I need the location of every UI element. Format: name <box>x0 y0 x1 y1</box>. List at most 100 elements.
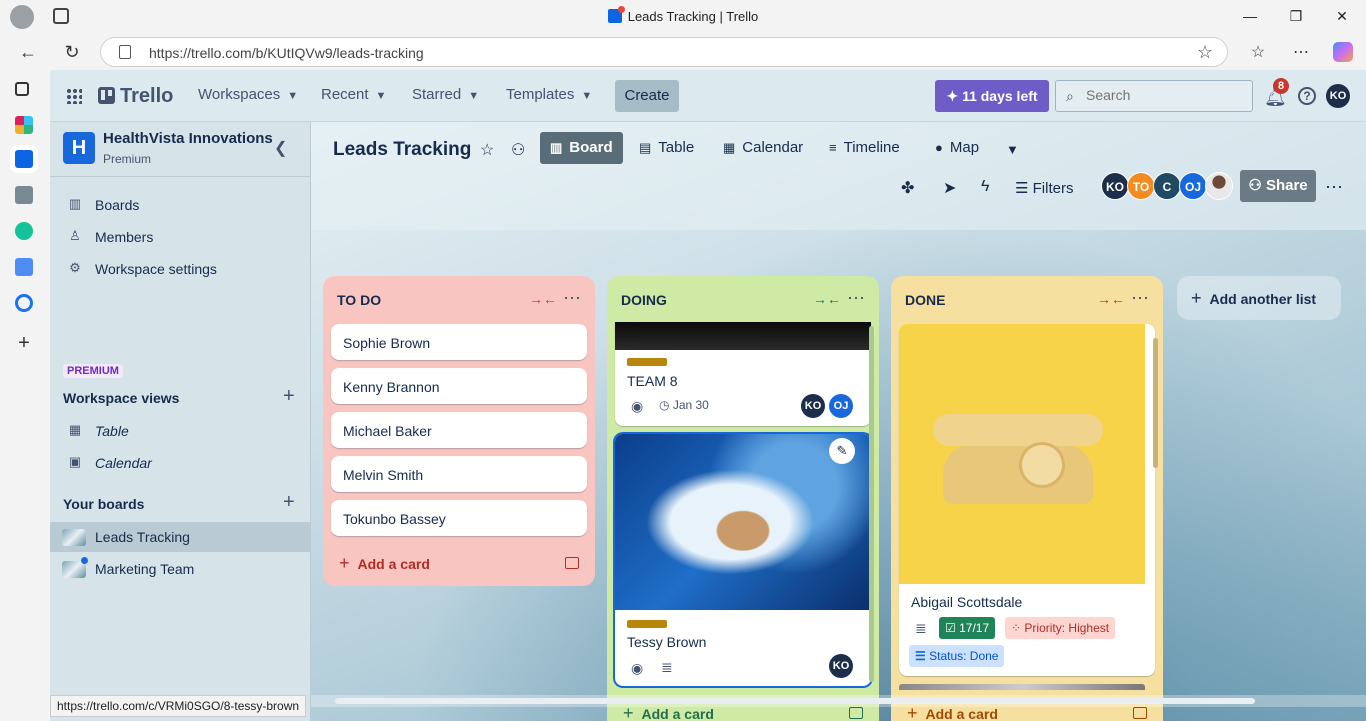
slack-icon[interactable] <box>15 116 33 134</box>
list-title[interactable]: DONE <box>905 292 945 308</box>
member-avatar-photo[interactable] <box>1205 172 1233 200</box>
trial-days-button[interactable]: ✦ 11 days left <box>935 80 1049 112</box>
app3-sidebar-icon[interactable] <box>15 294 33 312</box>
favorites-icon[interactable]: ☆ <box>1247 42 1269 62</box>
card[interactable]: Sophie Brown <box>331 324 587 360</box>
view-map[interactable]: ● Map <box>925 132 989 164</box>
status-badge: ☰ Status: Done <box>909 645 1005 667</box>
sidebar-item-workspace-settings[interactable]: ⚙ Workspace settings <box>50 254 311 284</box>
user-avatar[interactable]: KO <box>1326 84 1350 108</box>
card-template-icon[interactable] <box>1133 707 1147 719</box>
view-table[interactable]: ▤ Table <box>629 132 704 164</box>
help-icon[interactable]: ? <box>1298 87 1316 105</box>
due-date[interactable]: ◷ Jan 30 <box>659 398 709 412</box>
reload-icon[interactable]: ↻ <box>60 40 84 64</box>
sidebar-board-leads-tracking[interactable]: Leads Tracking <box>50 522 311 552</box>
recent-menu[interactable]: Recent ▼ <box>321 86 386 103</box>
member-avatar-c[interactable]: C <box>1153 172 1181 200</box>
starred-menu[interactable]: Starred ▼ <box>412 86 479 103</box>
create-button[interactable]: Create <box>615 80 679 112</box>
star-board-icon[interactable]: ☆ <box>480 140 494 160</box>
collapse-list-icon[interactable]: →← <box>813 291 841 307</box>
workspace-name[interactable]: HealthVista Innovations <box>103 130 273 147</box>
board-title[interactable]: Leads Tracking <box>333 139 471 161</box>
sidebar-board-marketing-team[interactable]: Marketing Team <box>50 554 311 584</box>
card[interactable]: Michael Baker <box>331 412 587 448</box>
card-template-icon[interactable] <box>849 707 863 719</box>
scrollbar-thumb[interactable] <box>335 698 1255 704</box>
maximize-icon[interactable]: ❐ <box>1286 6 1306 26</box>
favorite-star-icon[interactable]: ☆ <box>1197 42 1213 63</box>
collapse-list-icon[interactable]: →← <box>529 291 557 307</box>
address-bar[interactable]: https://trello.com/b/KUtIQVw9/leads-trac… <box>100 37 1228 67</box>
board-menu-icon[interactable]: ⋯ <box>1325 177 1343 198</box>
automation-icon[interactable]: ➤ <box>943 178 956 198</box>
visibility-icon[interactable]: ⚇ <box>511 140 525 160</box>
list-title[interactable]: TO DO <box>337 292 381 308</box>
search-input[interactable] <box>1086 87 1246 103</box>
minimize-icon[interactable]: — <box>1240 6 1260 26</box>
card[interactable]: Tokunbo Bassey <box>331 500 587 536</box>
search-box[interactable]: ⌕ <box>1055 80 1253 112</box>
collapse-sidebar-icon[interactable]: ❮ <box>274 138 287 158</box>
grammarly-icon[interactable] <box>15 222 33 240</box>
power-ups-icon[interactable]: ✤ <box>901 178 914 198</box>
lightning-icon[interactable]: ϟ <box>981 178 989 196</box>
add-another-list-button[interactable]: + Add another list <box>1177 276 1341 320</box>
card[interactable]: Kenny Brannon <box>331 368 587 404</box>
view-timeline[interactable]: ≡ Timeline <box>819 132 910 164</box>
card[interactable]: Melvin Smith <box>331 456 587 492</box>
list-title[interactable]: DOING <box>621 292 667 308</box>
workspaces-menu[interactable]: Workspaces ▼ <box>198 86 298 103</box>
table-view-icon: ▤ <box>639 140 652 155</box>
view-calendar[interactable]: ▦ Calendar <box>713 132 813 164</box>
view-board[interactable]: ▥ Board <box>540 132 623 164</box>
list-scrollbar[interactable] <box>1153 338 1158 468</box>
member-avatar-ko[interactable]: KO <box>1101 172 1129 200</box>
back-icon[interactable]: ← <box>16 40 40 64</box>
more-options-icon[interactable]: ⋯ <box>1290 42 1312 62</box>
add-card-button[interactable]: + Add a card <box>339 553 430 574</box>
app2-sidebar-icon[interactable] <box>15 258 33 276</box>
board-horizontal-scrollbar[interactable] <box>311 695 1366 707</box>
sidebar-item-boards[interactable]: ▥ Boards <box>50 190 311 220</box>
edit-card-pencil-icon[interactable]: ✎ <box>829 438 855 464</box>
trello-logo[interactable]: Trello <box>98 85 173 108</box>
notifications-bell-icon[interactable]: 🔔︎ 8 <box>1264 78 1289 108</box>
filters-button[interactable]: ☰ Filters <box>1015 179 1073 197</box>
member-avatar-to[interactable]: TO <box>1127 172 1155 200</box>
list-menu-icon[interactable]: ⋯ <box>847 288 866 309</box>
card-team-8[interactable]: TEAM 8 ◉ ◷ Jan 30 KO OJ <box>615 322 871 426</box>
copilot-icon[interactable] <box>1333 42 1353 62</box>
templates-menu[interactable]: Templates ▼ <box>506 86 592 103</box>
search-icon: ⌕ <box>1066 88 1074 104</box>
add-sidebar-app-icon[interactable]: + <box>15 333 33 353</box>
more-views-chevron-icon[interactable]: ▼ <box>1006 142 1019 157</box>
card-tessy-brown[interactable]: ✎ Tessy Brown ◉ ≣ KO <box>615 434 871 686</box>
card-member-avatar[interactable]: KO <box>801 394 825 418</box>
card-member-avatar[interactable]: KO <box>829 654 853 678</box>
boards-icon: ▥ <box>68 196 82 211</box>
trello-sidebar-icon[interactable] <box>15 150 33 168</box>
card-member-avatar[interactable]: OJ <box>829 394 853 418</box>
sidebar-item-table-view[interactable]: ▦ Table <box>50 416 311 446</box>
address-url[interactable]: https://trello.com/b/KUtIQVw9/leads-trac… <box>149 45 424 61</box>
sidebar-item-members[interactable]: ♙ Members <box>50 222 311 252</box>
collections-icon[interactable] <box>15 82 29 96</box>
close-window-icon[interactable]: ✕ <box>1332 6 1352 26</box>
app-sidebar-icon[interactable] <box>15 186 33 204</box>
card-template-icon[interactable] <box>565 557 579 569</box>
app-switcher-icon[interactable] <box>66 88 82 104</box>
add-view-icon[interactable]: + <box>283 385 295 408</box>
next-card-peek <box>899 684 1145 690</box>
card-abigail-scottsdale[interactable]: Abigail Scottsdale ≣ ☑ 17/17 ⁘ Priority:… <box>899 324 1155 676</box>
add-board-icon[interactable]: + <box>283 491 295 514</box>
collapse-list-icon[interactable]: →← <box>1097 291 1125 307</box>
share-button[interactable]: ⚇ Share <box>1240 170 1316 202</box>
member-avatar-oj[interactable]: OJ <box>1179 172 1207 200</box>
sidebar-item-calendar-view[interactable]: ▣ Calendar <box>50 448 311 478</box>
list-menu-icon[interactable]: ⋯ <box>1131 288 1150 309</box>
list-menu-icon[interactable]: ⋯ <box>563 288 582 309</box>
list-scrollbar[interactable] <box>869 326 874 682</box>
status-bar-url: https://trello.com/c/VRMi0SGO/8-tessy-br… <box>50 695 307 717</box>
